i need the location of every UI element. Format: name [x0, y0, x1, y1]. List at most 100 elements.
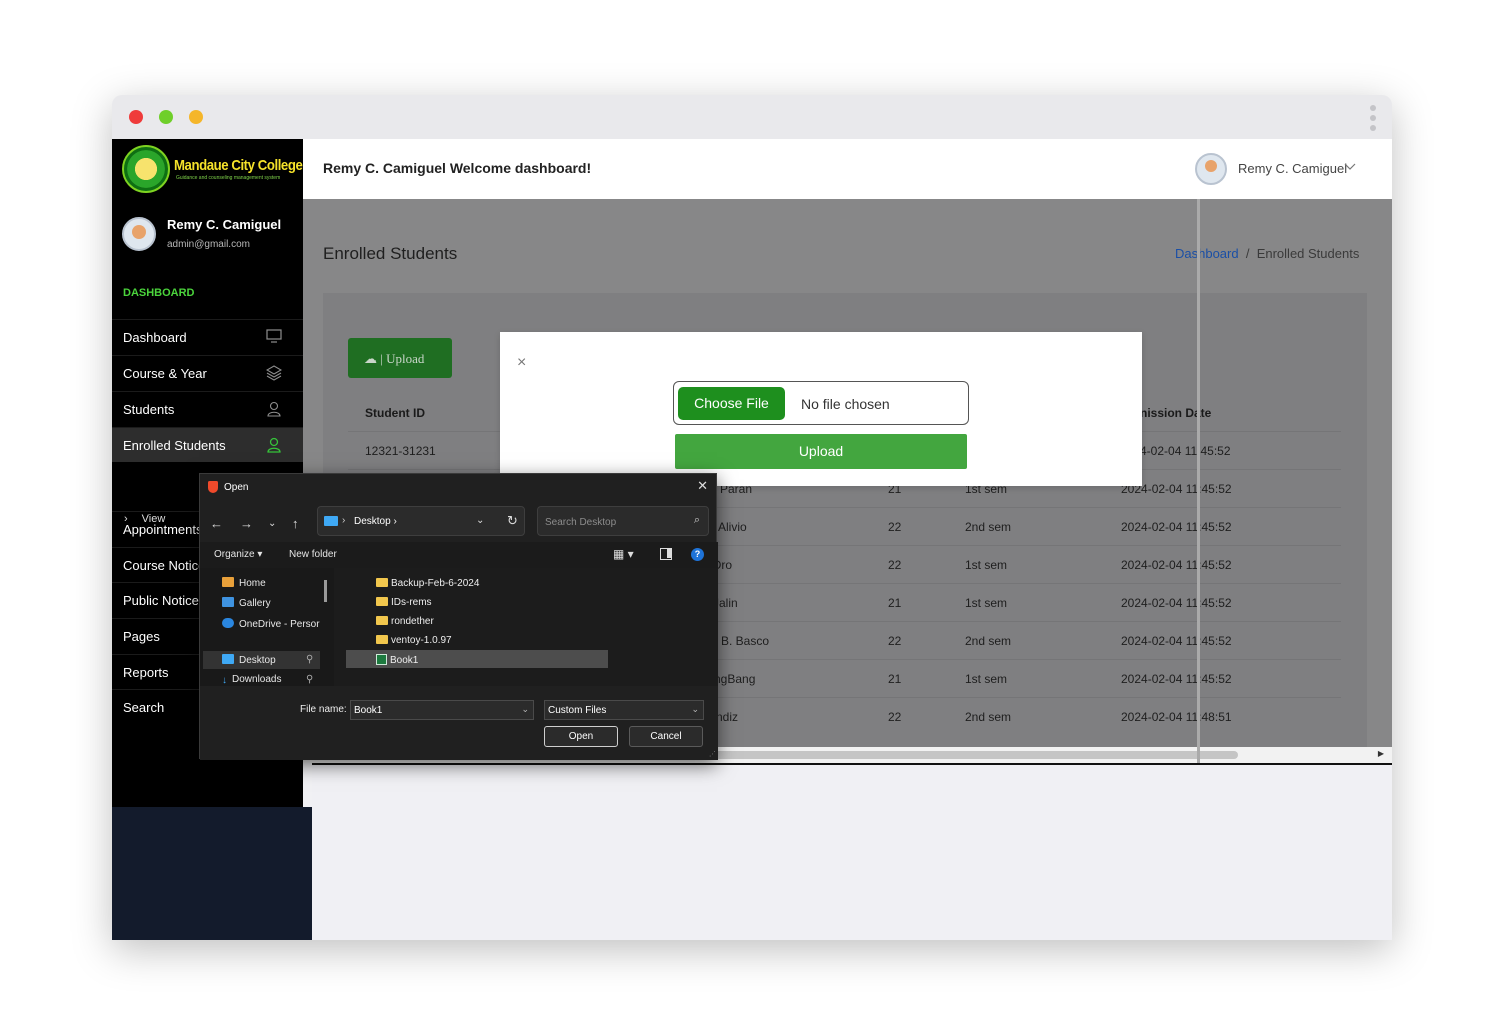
cell-date: 2024-02-04 11:45:52 — [1121, 596, 1232, 610]
cloud-upload-icon: ☁ — [364, 351, 377, 366]
sidebar-footer — [112, 807, 312, 940]
cell-date: 2024-02-04 11:45:52 — [1121, 558, 1232, 572]
file-item[interactable]: rondether — [376, 616, 434, 627]
cancel-button[interactable]: Cancel — [629, 726, 703, 747]
file-input[interactable]: Choose File No file chosen — [673, 381, 969, 425]
pin-icon[interactable]: ⚲ — [306, 654, 313, 665]
layers-icon — [265, 365, 283, 381]
organize-button[interactable]: Organize ▾ — [214, 549, 262, 560]
cell-date: 4-02-04 11:45:52 — [1140, 444, 1231, 458]
file-name-label: File name: — [300, 704, 347, 715]
sidebar-item-course-year[interactable]: Course & Year — [112, 355, 303, 390]
new-folder-button[interactable]: New folder — [289, 549, 337, 560]
chevron-down-icon[interactable]: ⌄ — [521, 704, 529, 715]
desktop-icon — [222, 654, 234, 664]
open-button[interactable]: Open — [544, 726, 618, 747]
avatar[interactable] — [1195, 153, 1227, 185]
more-menu-icon[interactable] — [1370, 105, 1378, 131]
cell-date: 2024-02-04 11:45:52 — [1121, 672, 1232, 686]
nav-item-gallery[interactable]: Gallery — [222, 597, 271, 609]
close-window-dot[interactable] — [129, 110, 143, 124]
user-icon — [265, 401, 283, 417]
modal-upload-button[interactable]: Upload — [675, 434, 967, 469]
sidebar-item-students[interactable]: Students — [112, 391, 303, 426]
minimize-window-dot[interactable] — [189, 110, 203, 124]
forward-arrow-icon[interactable]: → — [240, 516, 253, 531]
cell-age: 21 — [888, 596, 902, 610]
cell-semester: 1st sem — [965, 558, 1008, 572]
scroll-right-arrow-icon[interactable]: ▶ — [1378, 749, 1384, 758]
column-header-admission-date[interactable]: nission Date — [1140, 393, 1211, 433]
upload-modal: × Choose File No file chosen Upload — [500, 332, 1142, 486]
sidebar-item-label: Search — [123, 700, 165, 715]
file-item[interactable]: Backup-Feb-6-2024 — [376, 578, 479, 589]
nav-item-label: Downloads — [232, 674, 282, 685]
top-header: Remy C. Camiguel Welcome dashboard! Remy… — [303, 139, 1392, 199]
cell-semester: 1st sem — [965, 672, 1008, 686]
excel-file-icon — [376, 654, 387, 665]
file-item[interactable]: ventoy-1.0.97 — [376, 635, 452, 646]
choose-file-button[interactable]: Choose File — [678, 387, 785, 420]
chevron-down-icon[interactable]: ⌄ — [476, 515, 484, 526]
breadcrumb-current: Enrolled Students — [1256, 246, 1360, 261]
nav-item-label: Gallery — [239, 598, 271, 609]
upload-button[interactable]: ☁ | Upload — [348, 338, 452, 378]
address-bar[interactable]: › Desktop › ⌄ ↻ — [317, 506, 525, 536]
view-options-icon[interactable]: ▦ ▾ — [613, 547, 634, 561]
maximize-window-dot[interactable] — [159, 110, 173, 124]
pin-icon[interactable]: ⚲ — [306, 674, 313, 685]
breadcrumb-separator: / — [1245, 246, 1250, 261]
sidebar-item-label: Enrolled Students — [123, 438, 226, 453]
file-name-input[interactable]: Book1 ⌄ — [350, 700, 534, 720]
file-type-select[interactable]: Custom Files ⌄ — [544, 700, 704, 720]
column-header-student-id[interactable]: Student ID — [365, 393, 425, 433]
sidebar-item-enrolled-students[interactable]: Enrolled Students — [112, 427, 303, 462]
nav-item-desktop[interactable]: Desktop ⚲ — [222, 654, 313, 666]
recent-locations-chevron-icon[interactable]: ⌄ — [268, 518, 276, 529]
sidebar-item-dashboard[interactable]: Dashboard — [112, 319, 303, 354]
upload-button-label: | Upload — [380, 351, 425, 366]
logo-text: Mandaue City College — [174, 157, 303, 174]
page-lower-area — [312, 763, 1392, 940]
cell-student-id: 12321-31231 — [365, 444, 436, 458]
vertical-scrollbar[interactable] — [1197, 199, 1200, 763]
nav-item-onedrive[interactable]: OneDrive - Persor — [222, 618, 320, 630]
cell-name: Alivio — [718, 520, 747, 534]
header-user-name[interactable]: Remy C. Camiguel — [1238, 161, 1347, 176]
cell-date: 2024-02-04 11:48:51 — [1121, 710, 1232, 724]
close-icon[interactable]: ✕ — [697, 478, 708, 494]
navigation-pane: Home Gallery OneDrive - Persor Desktop ⚲… — [200, 568, 334, 686]
file-item[interactable]: Book1 — [376, 654, 418, 666]
home-icon — [222, 577, 234, 587]
sidebar-item-label: Students — [123, 402, 175, 417]
user-icon — [265, 437, 283, 453]
cell-semester: 2nd sem — [965, 520, 1012, 534]
cell-age: 21 — [888, 672, 902, 686]
file-item[interactable]: IDs-rems — [376, 597, 432, 608]
nav-item-downloads[interactable]: ↓ Downloads ⚲ — [222, 674, 313, 686]
cell-semester: 2nd sem — [965, 710, 1012, 724]
welcome-text: Remy C. Camiguel Welcome dashboard! — [323, 160, 592, 176]
file-item-name: IDs-rems — [391, 597, 432, 608]
close-icon[interactable]: × — [517, 354, 526, 372]
dialog-title: Open — [224, 482, 249, 493]
back-arrow-icon[interactable]: ← — [210, 516, 223, 531]
path-separator-icon: › — [342, 515, 346, 526]
resize-grip-icon[interactable]: ⋰ — [709, 750, 716, 758]
sidebar-item-label: Dashboard — [123, 330, 187, 345]
folder-icon — [376, 578, 388, 587]
preview-pane-icon[interactable] — [660, 548, 672, 560]
nav-pane-scrollbar[interactable] — [324, 580, 327, 602]
search-field[interactable]: Search Desktop ⌕ — [537, 506, 709, 536]
gallery-icon — [222, 597, 234, 607]
chevron-down-icon[interactable] — [1344, 160, 1356, 174]
help-icon[interactable]: ? — [691, 548, 704, 561]
cell-name: B. Basco — [721, 634, 770, 648]
file-status-text: No file chosen — [801, 396, 890, 412]
search-placeholder: Search Desktop — [545, 517, 617, 528]
breadcrumb-link-dashboard[interactable]: Dashboard — [1175, 246, 1239, 261]
nav-item-home[interactable]: Home — [222, 577, 266, 589]
up-arrow-icon[interactable]: ↑ — [292, 516, 299, 531]
college-logo — [122, 145, 170, 193]
refresh-icon[interactable]: ↻ — [507, 513, 518, 529]
